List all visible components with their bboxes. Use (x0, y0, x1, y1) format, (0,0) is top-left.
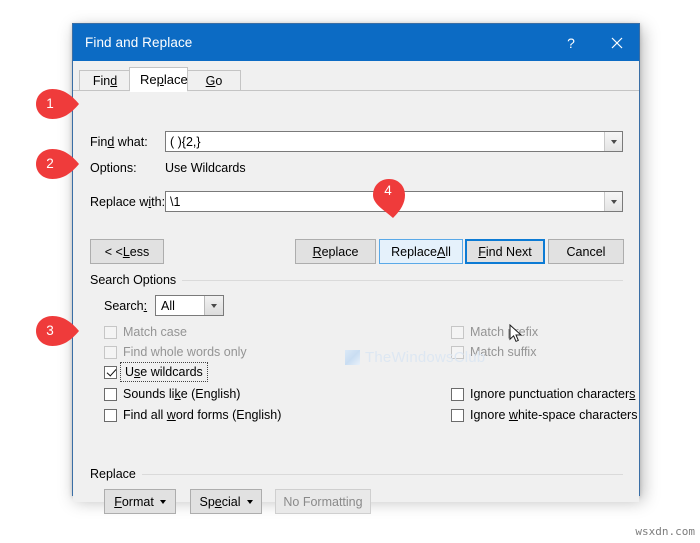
mouse-cursor (509, 323, 523, 349)
checkbox-label: Ignore punctuation characters (470, 387, 636, 401)
checkbox-box (104, 325, 117, 339)
checkbox-ignore-whitespace[interactable]: Ignore white-space characters (451, 408, 637, 422)
callout-4: 4 (369, 177, 413, 218)
chevron-down-icon (211, 303, 217, 308)
callout-1: 1 (33, 88, 79, 119)
search-scope-label: Search: (104, 299, 148, 313)
close-button[interactable] (595, 24, 639, 61)
dialog-titlebar: Find and Replace ? (73, 24, 639, 61)
special-button[interactable]: Special (190, 489, 262, 514)
cancel-button[interactable]: Cancel (548, 239, 624, 264)
chevron-down-icon (610, 139, 617, 144)
callout-2: 2 (33, 148, 79, 179)
find-what-input[interactable]: ( ){2,} (165, 131, 623, 152)
search-scope-value: All (161, 298, 175, 313)
checkbox-label: Find all word forms (English) (123, 408, 282, 422)
special-button-label: Special (199, 494, 241, 509)
checkbox-label: Use wildcards (120, 362, 208, 382)
search-scope-dropdown-button[interactable] (204, 296, 223, 315)
less-button[interactable]: < < Less (90, 239, 164, 264)
no-formatting-button-label: No Formatting (283, 494, 363, 509)
checkbox-label: Match suffix (470, 345, 537, 359)
callout-1-number: 1 (46, 95, 54, 111)
tab-goto[interactable]: Go To (187, 70, 241, 108)
checkbox-label: Match case (123, 325, 187, 339)
site-tag: wsxdn.com (635, 525, 695, 538)
dialog-body: Find what: ( ){2,} Options: Use Wildcard… (73, 90, 639, 514)
chevron-down-icon (159, 499, 166, 504)
tab-find[interactable]: Find (79, 70, 131, 90)
callout-2-number: 2 (46, 155, 54, 171)
find-what-label: Find what: (90, 135, 148, 149)
replace-all-button[interactable]: Replace All (379, 239, 463, 264)
checkbox-find-all-word-forms[interactable]: Find all word forms (English) (104, 408, 281, 422)
checkbox-label: Ignore white-space characters (470, 408, 638, 422)
search-options-group-label: Search Options (90, 273, 183, 287)
checkbox-label: Sounds like (English) (123, 387, 241, 401)
checkbox-box (104, 408, 117, 422)
callout-3: 3 (33, 315, 79, 346)
callout-3-number: 3 (46, 322, 54, 338)
chevron-down-icon (246, 499, 253, 504)
options-label: Options: (90, 161, 137, 175)
checkbox-box (451, 387, 464, 401)
help-button[interactable]: ? (549, 24, 593, 61)
checkbox-use-wildcards[interactable]: Use wildcards (104, 362, 208, 382)
find-what-dropdown-button[interactable] (604, 132, 622, 151)
checkbox-match-suffix[interactable]: Match suffix (451, 345, 536, 359)
checkbox-label: Match prefix (470, 325, 539, 339)
checkbox-match-prefix[interactable]: Match prefix (451, 325, 538, 339)
find-what-value: ( ){2,} (170, 134, 201, 149)
no-formatting-button: No Formatting (275, 489, 371, 514)
replace-with-label: Replace with: (90, 195, 166, 209)
replace-with-dropdown-button[interactable] (604, 192, 622, 211)
search-scope-select[interactable]: All (155, 295, 224, 316)
checkbox-box (104, 387, 117, 401)
tab-strip: Find Replace Go To (73, 67, 639, 108)
callout-4-number: 4 (384, 183, 392, 198)
replace-group-line (90, 474, 623, 475)
checkbox-box (104, 345, 117, 359)
checkbox-find-whole-words-only[interactable]: Find whole words only (104, 345, 247, 359)
format-button-label: Format (114, 494, 154, 509)
checkbox-box (104, 365, 117, 379)
close-icon (611, 37, 623, 48)
checkbox-sounds-like[interactable]: Sounds like (English) (104, 387, 240, 401)
watermark-logo-icon (345, 350, 360, 365)
dialog-title: Find and Replace (85, 35, 193, 50)
checkbox-box (451, 408, 464, 422)
checkbox-ignore-punctuation[interactable]: Ignore punctuation characters (451, 387, 635, 401)
question-mark-icon: ? (567, 34, 575, 51)
replace-group-label: Replace (90, 467, 142, 481)
format-button[interactable]: Format (104, 489, 176, 514)
cursor-arrow-icon (509, 323, 523, 343)
checkbox-box (451, 345, 464, 359)
tab-replace[interactable]: Replace (129, 67, 188, 91)
replace-button[interactable]: Replace (295, 239, 376, 264)
find-and-replace-dialog: Find and Replace ? Find Replace Go To Fi… (72, 23, 640, 514)
checkbox-label: Find whole words only (123, 345, 247, 359)
active-tab-mask (130, 90, 187, 92)
chevron-down-icon (610, 199, 617, 204)
checkbox-box (451, 325, 464, 339)
options-value: Use Wildcards (165, 161, 246, 175)
find-next-button[interactable]: Find Next (465, 239, 545, 264)
checkbox-match-case[interactable]: Match case (104, 325, 187, 339)
